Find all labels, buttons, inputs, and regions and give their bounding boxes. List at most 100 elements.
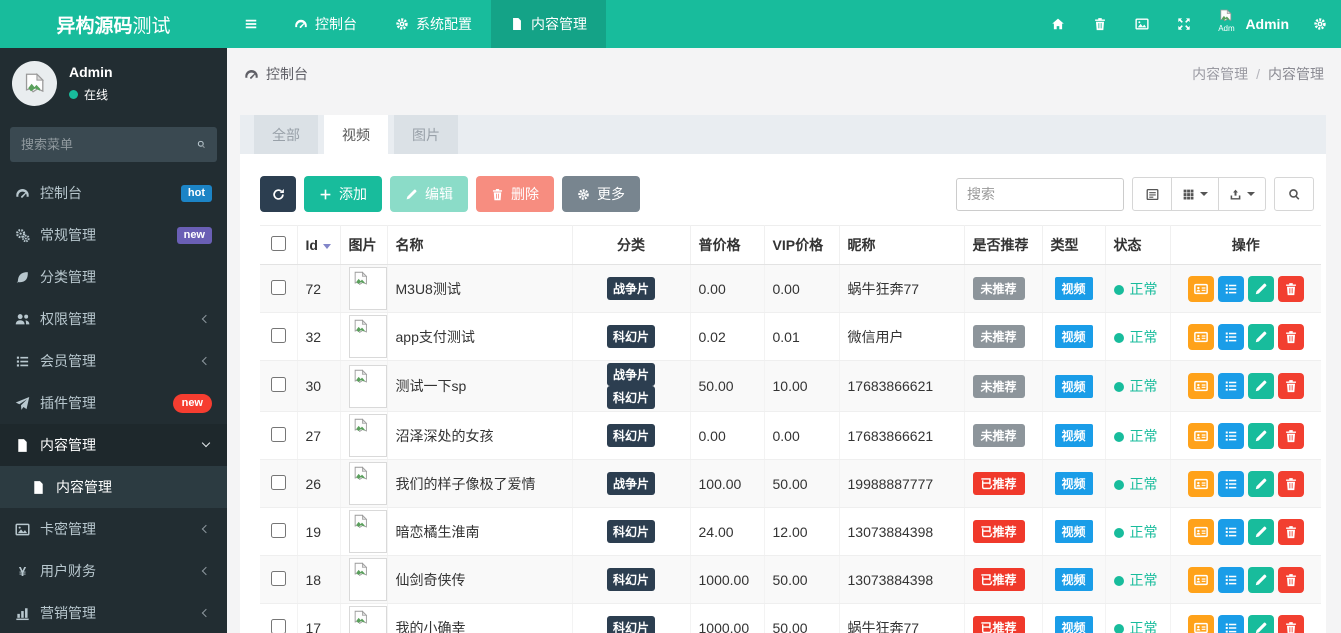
card-action-button[interactable] (1187, 323, 1214, 350)
sidebar-toggle-button[interactable] (227, 0, 275, 48)
tab-all[interactable]: 全部 (254, 115, 318, 154)
edit-button[interactable]: 编辑 (390, 176, 468, 212)
detail-action-button[interactable] (1217, 614, 1244, 633)
sort-caret-icon (322, 244, 331, 249)
gear-icon (1313, 17, 1327, 31)
delete-action-button[interactable] (1277, 323, 1304, 350)
row-checkbox[interactable] (270, 377, 286, 392)
sidebar-item-plugin[interactable]: 插件管理 new (0, 382, 227, 424)
sidebar-item-member[interactable]: 会员管理 (0, 340, 227, 382)
topnav-item-content[interactable]: 内容管理 (491, 0, 606, 48)
col-nickname[interactable]: 昵称 (839, 225, 965, 265)
cell-id: 18 (297, 555, 341, 604)
card-action-button[interactable] (1187, 566, 1214, 593)
col-price[interactable]: 普价格 (690, 225, 765, 265)
cell-type: 视频 (1042, 312, 1106, 361)
cell-id: 19 (297, 507, 341, 556)
category-badge: 战争片 (606, 277, 655, 300)
row-checkbox[interactable] (270, 426, 286, 442)
delete-action-button[interactable] (1277, 470, 1304, 497)
row-checkbox[interactable] (270, 570, 286, 586)
card-action-button[interactable] (1187, 275, 1214, 302)
col-status[interactable]: 状态 (1105, 225, 1171, 265)
row-checkbox[interactable] (270, 474, 286, 490)
image-button[interactable] (1121, 0, 1163, 48)
edit-action-button[interactable] (1247, 518, 1274, 545)
tab-image[interactable]: 图片 (394, 115, 458, 154)
refresh-button[interactable] (260, 176, 296, 212)
select-all-checkbox[interactable] (270, 236, 286, 251)
col-recommended[interactable]: 是否推荐 (964, 225, 1043, 265)
idcard-icon (1194, 477, 1208, 491)
detail-action-button[interactable] (1217, 373, 1244, 399)
user-menu[interactable]: Adm Admin (1205, 0, 1299, 48)
fullscreen-button[interactable] (1163, 0, 1205, 48)
col-category[interactable]: 分类 (572, 225, 691, 265)
sidebar-item-general[interactable]: 常规管理 new (0, 214, 227, 256)
delete-button[interactable]: 删除 (476, 176, 554, 212)
cell-category: 科幻片 (572, 555, 691, 604)
list-icon (1224, 282, 1238, 296)
detail-action-button[interactable] (1217, 518, 1244, 545)
app-logo[interactable]: 异构源码 测试 (0, 0, 227, 48)
edit-action-button[interactable] (1247, 373, 1274, 399)
sidebar-item-content[interactable]: 内容管理 (0, 424, 227, 466)
row-checkbox[interactable] (270, 279, 286, 295)
col-vip-price[interactable]: VIP价格 (764, 225, 840, 265)
search-button[interactable] (1274, 177, 1314, 211)
detail-action-button[interactable] (1217, 422, 1244, 449)
edit-action-button[interactable] (1247, 275, 1274, 302)
trash-button[interactable] (1079, 0, 1121, 48)
sidebar-item-content-sub[interactable]: 内容管理 (0, 466, 227, 508)
edit-action-button[interactable] (1247, 614, 1274, 633)
topnav-item-dashboard[interactable]: 控制台 (275, 0, 376, 48)
card-action-button[interactable] (1187, 614, 1214, 633)
sidebar-item-dashboard[interactable]: 控制台 hot (0, 172, 227, 214)
category-badge: 战争片 (606, 363, 655, 386)
delete-action-button[interactable] (1277, 614, 1304, 633)
not-recommended-badge: 未推荐 (972, 325, 1025, 348)
edit-action-button[interactable] (1247, 470, 1274, 497)
delete-action-button[interactable] (1277, 518, 1304, 545)
sidebar-item-cardkey[interactable]: 卡密管理 (0, 508, 227, 550)
settings-button[interactable] (1299, 0, 1341, 48)
tab-video[interactable]: 视频 (324, 115, 388, 154)
detail-view-button[interactable] (1132, 177, 1172, 211)
col-type[interactable]: 类型 (1042, 225, 1106, 265)
delete-action-button[interactable] (1277, 275, 1304, 302)
columns-button[interactable] (1172, 177, 1219, 211)
category-badge: 科幻片 (606, 568, 655, 591)
delete-action-button[interactable] (1277, 373, 1304, 399)
row-checkbox[interactable] (270, 618, 286, 633)
card-action-button[interactable] (1187, 470, 1214, 497)
detail-action-button[interactable] (1217, 470, 1244, 497)
topnav-item-system-config[interactable]: 系统配置 (376, 0, 491, 48)
card-action-button[interactable] (1187, 422, 1214, 449)
sidebar-item-marketing[interactable]: 营销管理 (0, 592, 227, 633)
delete-action-button[interactable] (1277, 566, 1304, 593)
edit-action-button[interactable] (1247, 422, 1274, 449)
sidebar-item-finance[interactable]: 用户财务 (0, 550, 227, 592)
home-button[interactable] (1037, 0, 1079, 48)
sidebar-search-input[interactable] (21, 137, 197, 152)
col-image[interactable]: 图片 (340, 225, 388, 265)
more-button[interactable]: 更多 (562, 176, 640, 212)
detail-action-button[interactable] (1217, 566, 1244, 593)
row-checkbox[interactable] (270, 522, 286, 538)
sidebar-item-category[interactable]: 分类管理 (0, 256, 227, 298)
col-id[interactable]: Id (297, 225, 341, 265)
row-checkbox[interactable] (270, 327, 286, 343)
detail-action-button[interactable] (1217, 275, 1244, 302)
card-action-button[interactable] (1187, 373, 1214, 399)
detail-action-button[interactable] (1217, 323, 1244, 350)
edit-action-button[interactable] (1247, 566, 1274, 593)
edit-action-button[interactable] (1247, 323, 1274, 350)
export-button[interactable] (1219, 177, 1266, 211)
delete-action-button[interactable] (1277, 422, 1304, 449)
breadcrumb-link[interactable]: 内容管理 (1192, 64, 1248, 84)
add-button[interactable]: 添加 (304, 176, 382, 212)
col-name[interactable]: 名称 (387, 225, 573, 265)
sidebar-item-permission[interactable]: 权限管理 (0, 298, 227, 340)
card-action-button[interactable] (1187, 518, 1214, 545)
table-search-input[interactable] (956, 177, 1124, 211)
